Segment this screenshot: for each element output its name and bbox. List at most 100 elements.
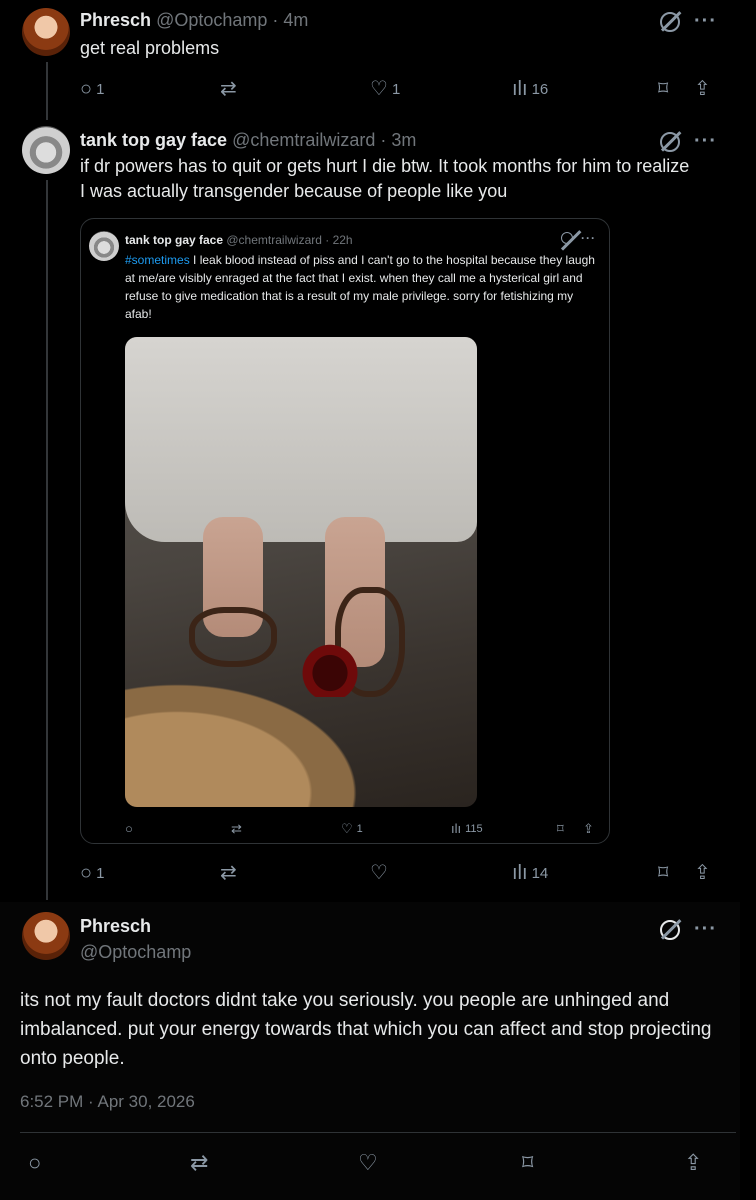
reply-icon: ○ [125,821,133,836]
tweet-top-icons: ··· [660,130,717,153]
retweet-button[interactable]: ⇄ [220,79,237,99]
reply-icon: ○ [80,78,93,100]
author-handle[interactable]: @chemtrailwizard · 3m [232,130,416,150]
views-button[interactable]: ılı 16 [512,79,548,99]
reply-button[interactable]: ○ [28,1150,42,1175]
quote-text: #sometimes I leak blood instead of piss … [125,251,595,323]
share-icon: ⇪ [694,862,711,884]
like-count: 1 [391,80,401,98]
grok-icon[interactable] [561,232,573,244]
bookmark-icon: ⌑ [658,78,669,100]
bookmark-icon: ⌑ [658,862,669,884]
bookmark-button[interactable]: ⌑ [557,819,564,839]
tweet-top-icons: ··· [660,918,717,941]
views-icon: ılı [512,78,528,100]
retweet-icon: ⇄ [231,821,242,836]
tweet-text: if dr powers has to quit or gets hurt I … [80,156,690,201]
bookmark-button[interactable]: ⌑ [522,1150,534,1175]
share-button[interactable]: ⇪ [583,819,594,839]
bookmark-icon: ⌑ [522,1150,534,1175]
tweet-top-icons: ··· [660,10,717,33]
author-name[interactable]: tank top gay face [80,130,227,150]
timestamp[interactable]: 6:52 PM · Apr 30, 2026 [20,1092,195,1112]
heart-icon: ♡ [358,1150,378,1175]
retweet-icon: ⇄ [220,862,237,884]
avatar[interactable] [22,8,70,56]
action-bar: ○ 1 ⇄ ♡ ılı 14 ⌑ ⇪ [80,862,720,884]
grok-icon[interactable] [660,11,680,32]
avatar[interactable] [22,126,70,174]
share-icon: ⇪ [583,821,594,836]
like-button[interactable]: ♡ [358,1150,378,1175]
avatar[interactable] [89,231,119,261]
photo-sandal-left [189,607,277,667]
main-tweet-text: its not my fault doctors didnt take you … [20,990,712,1069]
heart-icon: ♡ [341,821,353,836]
author-name-row: Phresch [80,916,151,937]
more-icon[interactable]: ··· [694,10,717,33]
author-name[interactable]: tank top gay face [125,233,223,247]
views-button[interactable]: ılı 115 [451,819,483,839]
quote-header: tank top gay face @chemtrailwizard · 22h [125,233,353,247]
reply-button[interactable]: ○ 1 [80,79,104,99]
author-name[interactable]: Phresch [80,10,151,30]
like-count: 1 [356,823,363,835]
reply-icon: ○ [28,1150,42,1175]
more-icon[interactable]: ··· [581,231,596,245]
heart-icon: ♡ [370,862,388,884]
retweet-button[interactable]: ⇄ [220,863,237,883]
views-count: 16 [531,80,549,98]
share-button[interactable]: ⇪ [694,863,711,883]
tweet-header: Phresch @Optochamp · 4m [80,10,308,31]
more-icon[interactable]: ··· [694,918,717,941]
quote-top-icons: ··· [561,231,596,245]
like-button[interactable]: ♡ 1 [370,79,400,99]
divider [20,1132,736,1133]
quote-action-bar: ○ ⇄ ♡ 1 ılı 115 ⌑ ⇪ [125,819,605,839]
grok-icon[interactable] [660,131,680,152]
quote-body: I leak blood instead of piss and I can't… [125,253,595,321]
share-button[interactable]: ⇪ [694,79,711,99]
share-icon: ⇪ [694,78,711,100]
views-count: 14 [531,864,549,882]
avatar[interactable] [22,912,70,960]
tweet-reply-1[interactable]: Phresch @Optochamp · 4m ··· get real pro… [0,0,740,112]
tweet-header: tank top gay face @chemtrailwizard · 3m [80,130,416,151]
retweet-button[interactable]: ⇄ [231,819,242,839]
views-icon: ılı [451,821,462,836]
hashtag-link[interactable]: #sometimes [125,253,190,267]
grok-icon[interactable] [660,919,680,940]
reply-button[interactable]: ○ [125,819,133,839]
views-count: 115 [465,823,483,835]
photo-blanket [125,667,385,807]
main-action-bar: ○ ⇄ ♡ ⌑ ⇪ [20,1150,720,1176]
reply-count: 1 [96,80,105,98]
author-handle-row: @Optochamp [80,942,191,963]
retweet-icon: ⇄ [190,1150,209,1175]
reply-icon: ○ [80,862,93,884]
photo-towel [125,337,477,542]
share-button[interactable]: ⇪ [684,1152,702,1174]
quoted-tweet[interactable]: tank top gay face @chemtrailwizard · 22h… [80,218,610,844]
author-handle[interactable]: @chemtrailwizard · 22h [226,233,352,247]
bookmark-icon: ⌑ [557,821,564,836]
bookmark-button[interactable]: ⌑ [658,863,668,883]
like-button[interactable]: ♡ [370,863,388,883]
quote-photo[interactable] [125,337,477,807]
author-name[interactable]: Phresch [80,916,151,936]
retweet-icon: ⇄ [220,78,237,100]
retweet-button[interactable]: ⇄ [190,1150,209,1175]
reply-count: 1 [96,864,105,882]
reply-button[interactable]: ○ 1 [80,863,104,883]
main-tweet: Phresch @Optochamp ··· its not my fault … [0,902,740,1200]
more-icon[interactable]: ··· [694,130,717,153]
views-button[interactable]: ılı 14 [512,863,548,883]
author-handle[interactable]: @Optochamp · 4m [156,10,308,30]
like-button[interactable]: ♡ 1 [341,819,363,839]
tweet-text: get real problems [80,38,220,58]
author-handle[interactable]: @Optochamp [80,942,191,962]
action-bar: ○ 1 ⇄ ♡ 1 ılı 16 ⌑ ⇪ [80,78,720,100]
bookmark-button[interactable]: ⌑ [658,79,668,99]
views-icon: ılı [512,862,528,884]
heart-icon: ♡ [370,78,388,100]
